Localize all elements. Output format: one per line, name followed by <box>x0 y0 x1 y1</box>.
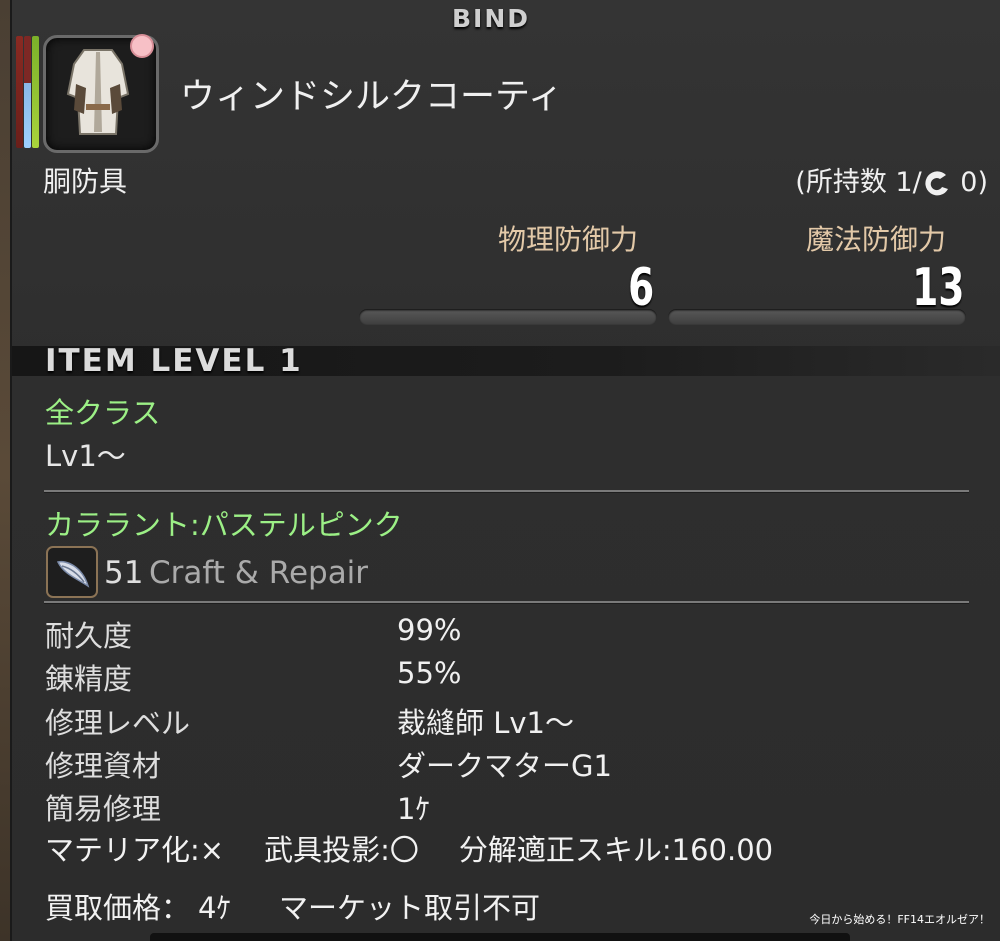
craft-job-icon-frame <box>46 546 98 598</box>
hq-icon <box>925 170 948 195</box>
materia-flag: マテリア化:× <box>45 833 225 867</box>
item-name: ウィンドシルクコーティ <box>180 77 563 117</box>
owned-count: (所持数 1/ 0) <box>795 160 988 199</box>
quick-repair-label: 簡易修理 <box>45 792 162 826</box>
owned-hq-count: 0) <box>951 167 988 198</box>
dye-stain-indicator <box>130 34 154 58</box>
item-level: ITEM LEVEL 1 <box>45 343 303 379</box>
physical-defense-bar <box>359 309 657 325</box>
divider <box>44 490 969 492</box>
craft-repair-label: Craft & Repair <box>149 555 369 591</box>
physical-defense-label: 物理防御力 <box>498 223 639 256</box>
desynth-skill: 分解適正スキル:160.00 <box>458 833 774 867</box>
needle-icon <box>56 560 90 588</box>
background-scenery <box>0 0 10 941</box>
sell-info: 買取価格： 4ｹ マーケット取引不可 <box>45 885 576 927</box>
market-restriction: マーケット取引不可 <box>278 891 540 925</box>
item-flags: マテリア化:× 武具投影:〇 分解適正スキル:160.00 <box>45 827 813 869</box>
level-requirement: Lv1～ <box>45 439 126 473</box>
action-bar-strip <box>150 933 850 941</box>
owned-count-label: (所持数 1/ <box>795 167 922 198</box>
craft-level: 51 <box>104 555 144 591</box>
coat-icon <box>66 49 130 135</box>
spiritbond-gauge <box>24 36 31 148</box>
durability-label: 耐久度 <box>45 619 133 653</box>
repair-level-label: 修理レベル <box>45 706 191 740</box>
repair-level-value: 裁縫師 Lv1～ <box>397 706 574 740</box>
sell-price-label: 買取価格： <box>45 891 191 925</box>
item-category: 胴防具 <box>43 165 128 198</box>
dye-info: カララント:パステルピンク <box>45 508 403 542</box>
watermark: 今日から始める！FF14エオルゼア！ <box>809 913 990 926</box>
quick-repair-value: 1ｹ <box>397 792 430 826</box>
divider <box>44 601 969 603</box>
condition-gauge-red <box>16 36 23 148</box>
repair-material-value: ダークマターG1 <box>397 749 612 783</box>
glamour-flag: 武具投影:〇 <box>264 833 419 867</box>
magic-defense-bar <box>668 309 966 325</box>
spiritbond-label: 錬精度 <box>45 662 133 696</box>
magic-defense-label: 魔法防御力 <box>806 223 947 256</box>
bind-tab: BIND <box>451 4 531 33</box>
durability-value: 99% <box>397 613 462 647</box>
spiritbond-value: 55% <box>397 656 462 690</box>
class-requirement: 全クラス <box>45 396 161 430</box>
repair-material-label: 修理資材 <box>45 749 162 783</box>
sell-price-value: 4ｹ <box>198 891 231 925</box>
durability-gauge <box>32 36 39 148</box>
